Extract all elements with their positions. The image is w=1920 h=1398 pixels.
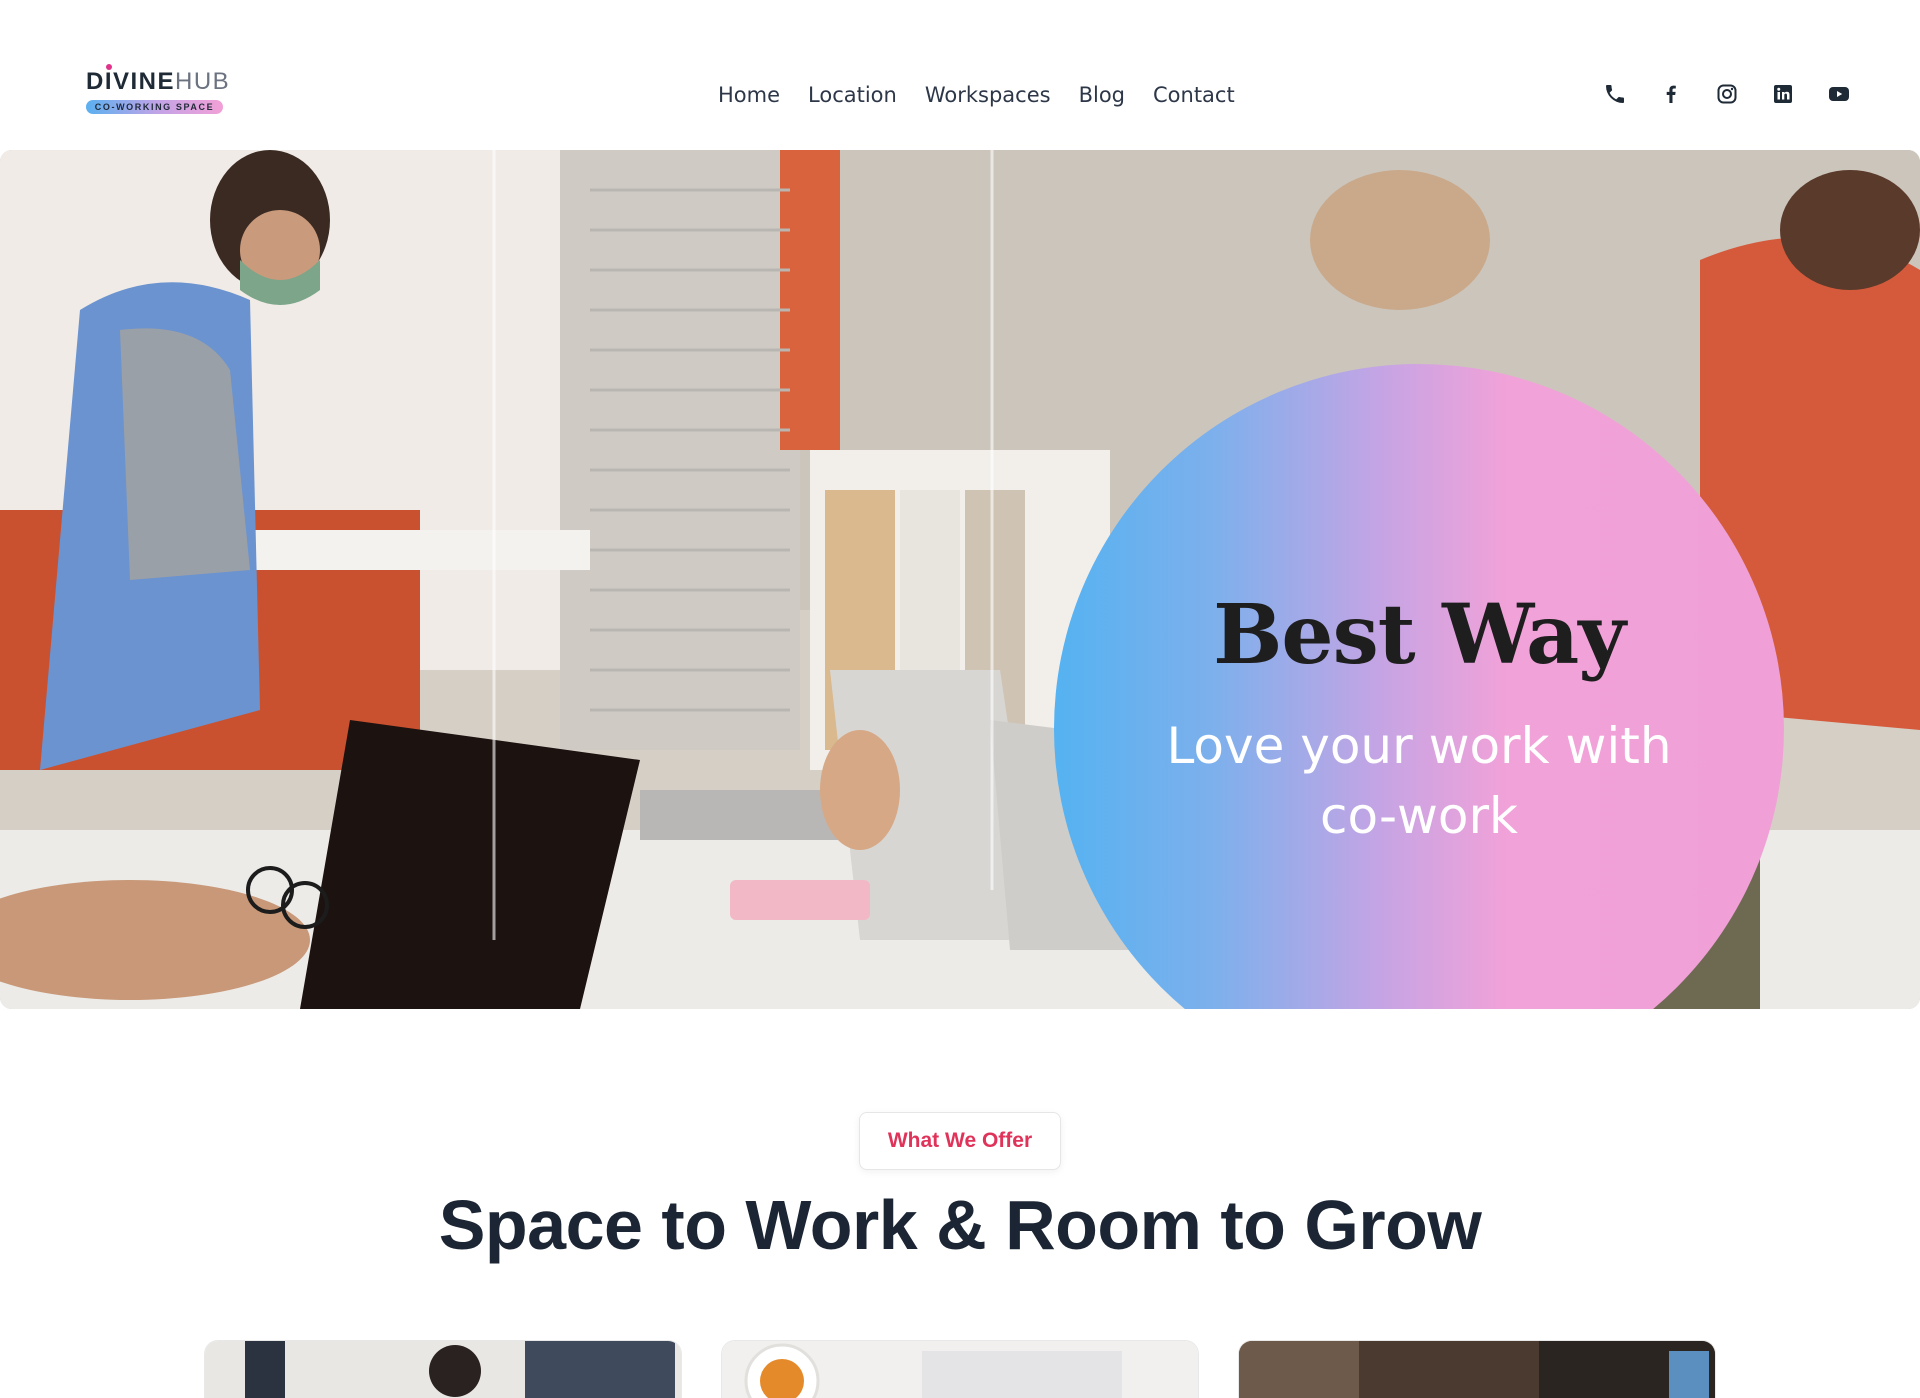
linkedin-icon[interactable] bbox=[1770, 81, 1796, 107]
main-nav: Home Location Workspaces Blog Contact bbox=[718, 80, 1235, 110]
logo-brand-main: DIVINE bbox=[86, 68, 176, 95]
nav-workspaces[interactable]: Workspaces bbox=[925, 80, 1051, 110]
facebook-icon[interactable] bbox=[1658, 81, 1684, 107]
nav-blog[interactable]: Blog bbox=[1079, 80, 1125, 110]
offer-card-2-image bbox=[722, 1341, 1198, 1398]
offer-card-3[interactable] bbox=[1238, 1340, 1716, 1398]
offer-cards bbox=[204, 1340, 1716, 1398]
logo-dot bbox=[106, 64, 112, 70]
instagram-icon[interactable] bbox=[1714, 81, 1740, 107]
nav-contact[interactable]: Contact bbox=[1153, 80, 1235, 110]
logo-wordmark: DIVINEHUB bbox=[86, 68, 230, 96]
logo-brand-suffix: HUB bbox=[175, 68, 231, 95]
social-links bbox=[1602, 80, 1852, 108]
site-header: DIVINEHUB CO-WORKING SPACE Home Location… bbox=[0, 0, 1920, 150]
offer-card-1[interactable] bbox=[204, 1340, 682, 1398]
offer-card-3-image bbox=[1239, 1341, 1715, 1398]
nav-home[interactable]: Home bbox=[718, 80, 780, 110]
offer-card-1-image bbox=[205, 1341, 681, 1398]
nav-location[interactable]: Location bbox=[808, 80, 897, 110]
phone-icon[interactable] bbox=[1602, 81, 1628, 107]
logo-tagline: CO-WORKING SPACE bbox=[86, 100, 223, 114]
hero-title: Best Way bbox=[1213, 587, 1626, 683]
logo[interactable]: DIVINEHUB CO-WORKING SPACE bbox=[86, 64, 229, 118]
section-badge: What We Offer bbox=[859, 1112, 1061, 1170]
youtube-icon[interactable] bbox=[1826, 81, 1852, 107]
offer-card-2[interactable] bbox=[721, 1340, 1199, 1398]
hero-subtitle: Love your work with co-work bbox=[1166, 717, 1672, 845]
section-title: Space to Work & Room to Grow bbox=[438, 1186, 1482, 1264]
hero-banner: Best Way Love your work with co-work bbox=[0, 150, 1920, 1009]
